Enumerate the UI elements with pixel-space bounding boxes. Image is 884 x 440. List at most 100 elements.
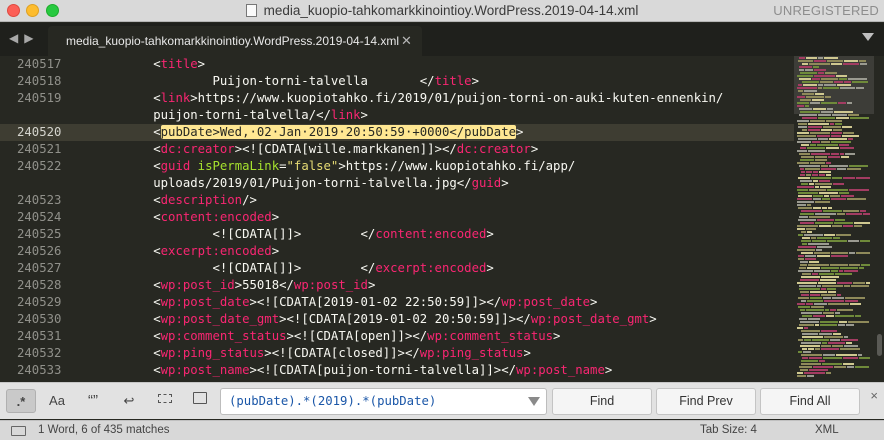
syntax-mode[interactable]: XML bbox=[815, 424, 839, 436]
minimap-line bbox=[816, 249, 822, 251]
code-line[interactable]: <excerpt:encoded> bbox=[94, 243, 279, 260]
find-input-value[interactable]: (pubDate).*(2019).*(pubDate) bbox=[229, 394, 436, 408]
code-line[interactable]: <wp:ping_status><![CDATA[closed]]></wp:p… bbox=[94, 345, 531, 362]
panel-toggle-icon[interactable] bbox=[11, 426, 26, 436]
code-line[interactable]: <content:encoded> bbox=[94, 209, 279, 226]
minimap-line bbox=[797, 120, 809, 122]
code-area[interactable]: <title> Puijon-torni-talvella </title> <… bbox=[94, 56, 794, 382]
minimap-line bbox=[815, 348, 820, 350]
code-line[interactable]: <dc:creator><![CDATA[wille.markkanen]]><… bbox=[94, 141, 538, 158]
tab-size[interactable]: Tab Size: 4 bbox=[700, 424, 757, 436]
code-line[interactable]: puijon-torni-talvella/</link> bbox=[94, 107, 368, 124]
tab-list-dropdown-icon[interactable] bbox=[862, 33, 874, 41]
highlight-matches-icon[interactable] bbox=[193, 392, 207, 404]
minimap-line bbox=[840, 267, 858, 269]
minimap-line bbox=[845, 297, 865, 299]
minimap-line bbox=[819, 192, 838, 194]
minimap-line bbox=[819, 180, 830, 182]
minimap-line bbox=[802, 117, 817, 119]
minimap-line bbox=[809, 183, 814, 185]
minimap-line bbox=[797, 201, 814, 203]
minimap-line bbox=[823, 126, 841, 128]
minimap-line bbox=[798, 219, 816, 221]
minimap-line bbox=[821, 267, 839, 269]
minimap-line bbox=[822, 285, 843, 287]
whole-word-toggle[interactable]: “” bbox=[78, 389, 108, 413]
chevron-left-icon[interactable]: ◀ bbox=[9, 31, 24, 45]
minimap-line bbox=[855, 366, 869, 368]
minimap-line bbox=[823, 357, 842, 359]
code-line[interactable]: <title> bbox=[94, 56, 205, 73]
find-input[interactable]: (pubDate).*(2019).*(pubDate) bbox=[220, 388, 547, 415]
minimap-line bbox=[818, 117, 835, 119]
minimap-line bbox=[812, 78, 820, 80]
minimap-line bbox=[827, 189, 848, 191]
line-number-gutter: 240517 240518 240519 240520 240521 240522 2405… bbox=[0, 56, 94, 382]
code-line[interactable]: <![CDATA[]]> </content:encoded> bbox=[94, 226, 493, 243]
minimap-line bbox=[840, 147, 854, 149]
minimap-line bbox=[797, 75, 813, 77]
code-line[interactable]: <wp:post_name><![CDATA[puijon-torni-talv… bbox=[94, 362, 612, 379]
minimap-line bbox=[838, 324, 845, 326]
minimap-line bbox=[827, 288, 836, 290]
minimap-line bbox=[797, 105, 804, 107]
minimap-line bbox=[801, 354, 822, 356]
minimap-line bbox=[821, 345, 831, 347]
code-line[interactable]: <wp:post_date_gmt><![CDATA[2019-01-02 20… bbox=[94, 311, 656, 328]
search-match-highlight: pubDate>Wed,·02·Jan·2019·20:50:59·+0000<… bbox=[160, 125, 517, 139]
tab-active-file[interactable]: media_kuopio-tahkomarkkinointioy.WordPre… bbox=[48, 26, 422, 56]
code-line[interactable]: <guid isPermaLink="false">https://www.ku… bbox=[94, 158, 575, 175]
code-token: < bbox=[94, 278, 161, 292]
find-all-button[interactable]: Find All bbox=[760, 388, 860, 415]
code-line[interactable]: <![CDATA[]]> </excerpt:encoded> bbox=[94, 260, 493, 277]
tab-close-icon[interactable]: ✕ bbox=[401, 33, 412, 49]
minimap-line bbox=[797, 372, 803, 374]
minimap-line bbox=[817, 135, 830, 137]
code-line[interactable]: <wp:comment_status><![CDATA[open]]></wp:… bbox=[94, 328, 560, 345]
code-token: guid bbox=[471, 176, 502, 190]
minimap-line bbox=[807, 300, 823, 302]
minimap-line bbox=[804, 372, 825, 374]
case-sensitive-toggle[interactable]: Aa bbox=[42, 389, 72, 413]
minimap-line bbox=[824, 57, 838, 59]
code-token: wp:ping_status bbox=[160, 346, 265, 360]
chevron-right-icon[interactable]: ▶ bbox=[24, 31, 39, 45]
in-selection-icon[interactable] bbox=[158, 394, 172, 403]
code-line[interactable]: <wp:post_date><![CDATA[2019-01-02 22:50:… bbox=[94, 294, 597, 311]
minimap-line bbox=[797, 135, 816, 137]
code-line[interactable]: uploads/2019/01/Puijon-torni-talvella.jp… bbox=[94, 175, 508, 192]
code-token: wp:comment_status bbox=[427, 329, 554, 343]
minimap-line bbox=[843, 63, 859, 65]
minimap-line bbox=[806, 171, 812, 173]
line-number: 240525 bbox=[17, 227, 62, 241]
code-line[interactable]: <pubDate>Wed,·02·Jan·2019·20:50:59·+0000… bbox=[94, 124, 523, 141]
tab-nav-arrows[interactable]: ◀▶ bbox=[9, 31, 39, 45]
code-line[interactable]: Puijon-torni-talvella </title> bbox=[94, 73, 479, 90]
minimap-line bbox=[826, 315, 834, 317]
code-line[interactable]: <description/> bbox=[94, 192, 257, 209]
vertical-scrollbar[interactable] bbox=[877, 334, 882, 356]
minimap-line bbox=[812, 141, 820, 143]
minimap-line bbox=[801, 156, 814, 158]
document-icon bbox=[245, 4, 257, 17]
minimap-line bbox=[798, 84, 802, 86]
find-prev-button[interactable]: Find Prev bbox=[656, 388, 756, 415]
code-line[interactable]: <wp:post_id>55018</wp:post_id> bbox=[94, 277, 375, 294]
find-history-dropdown-icon[interactable] bbox=[528, 397, 540, 406]
code-line[interactable]: <link>https://www.kuopiotahko.fi/2019/01… bbox=[94, 90, 723, 107]
line-number bbox=[0, 175, 94, 192]
minimap-line bbox=[818, 114, 831, 116]
close-find-icon[interactable]: × bbox=[870, 388, 878, 403]
minimap-line bbox=[852, 81, 868, 83]
regex-toggle[interactable]: .* bbox=[6, 389, 36, 413]
code-token: < bbox=[94, 91, 161, 105]
minimap[interactable] bbox=[794, 56, 874, 382]
code-editor[interactable]: 240517 240518 240519 240520 240521 240522 2405… bbox=[0, 56, 884, 382]
find-button[interactable]: Find bbox=[552, 388, 652, 415]
minimap-line bbox=[801, 231, 806, 233]
wrap-toggle[interactable]: ↩︎ bbox=[114, 389, 144, 413]
code-token: > bbox=[360, 108, 368, 122]
minimap-line bbox=[807, 375, 814, 377]
minimap-line bbox=[800, 168, 804, 170]
minimap-line bbox=[819, 333, 832, 335]
